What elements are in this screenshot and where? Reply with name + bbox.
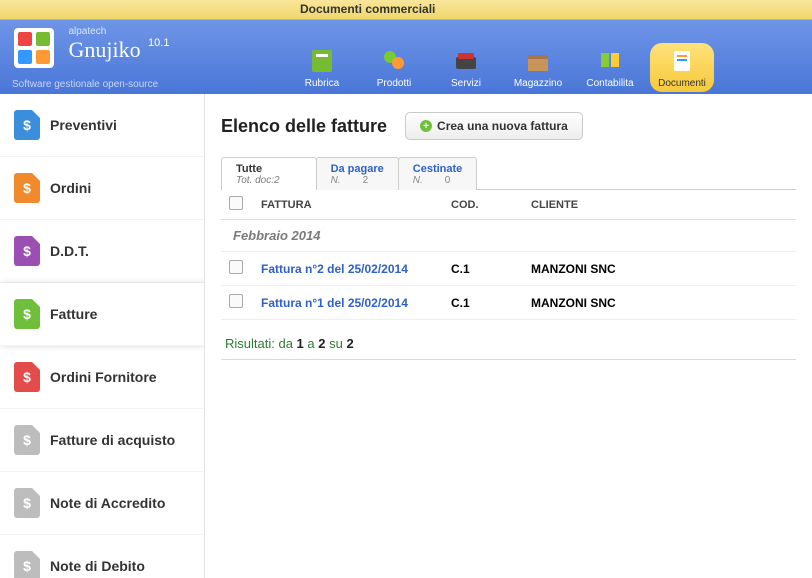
section-strip: Documenti commerciali <box>0 0 812 20</box>
sidebar-item-note-di-accredito[interactable]: $ Note di Accredito <box>0 472 204 535</box>
invoice-code: C.1 <box>451 296 531 310</box>
tab-sub: Tot. doc:2 <box>236 175 302 186</box>
invoice-link[interactable]: Fattura n°2 del 25/02/2014 <box>261 262 408 276</box>
brand-name: Gnujiko <box>68 37 140 62</box>
plus-icon: + <box>420 120 432 132</box>
sidebar-item-label: Ordini <box>50 180 91 196</box>
brand-area: alpatech Gnujiko 10.1 Software gestional… <box>0 20 270 94</box>
document-type-icon: $ <box>14 488 40 518</box>
topnav-label: Rubrica <box>305 78 339 89</box>
invoice-link[interactable]: Fattura n°1 del 25/02/2014 <box>261 296 408 310</box>
topnav-label: Contabilita <box>586 78 633 89</box>
sidebar-item-fatture[interactable]: $ Fatture <box>0 283 204 346</box>
topnav-documenti[interactable]: Documenti <box>650 43 714 92</box>
brand-company: alpatech <box>68 26 169 37</box>
documenti-icon <box>668 47 696 75</box>
divider <box>221 359 796 360</box>
document-type-icon: $ <box>14 299 40 329</box>
document-type-icon: $ <box>14 551 40 578</box>
document-type-icon: $ <box>14 362 40 392</box>
new-invoice-button-label: Crea una nuova fattura <box>437 119 568 133</box>
topnav-label: Documenti <box>658 78 706 89</box>
sidebar-item-label: Note di Accredito <box>50 495 165 511</box>
invoice-client: MANZONI SNC <box>531 262 788 276</box>
main-panel: Elenco delle fatture + Crea una nuova fa… <box>205 94 812 578</box>
sidebar-item-label: Note di Debito <box>50 558 145 574</box>
section-strip-label: Documenti commerciali <box>300 2 435 16</box>
tab-da-pagare[interactable]: Da pagareN.2 <box>316 157 399 190</box>
topnav-label: Magazzino <box>514 78 562 89</box>
document-type-icon: $ <box>14 173 40 203</box>
new-invoice-button[interactable]: + Crea una nuova fattura <box>405 112 583 140</box>
invoice-client: MANZONI SNC <box>531 296 788 310</box>
topnav-rubrica[interactable]: Rubrica <box>290 43 354 92</box>
sidebar-item-d-d-t-[interactable]: $ D.D.T. <box>0 220 204 283</box>
page-title: Elenco delle fatture <box>221 116 387 137</box>
table-row: Fattura n°2 del 25/02/2014 C.1MANZONI SNC <box>221 252 796 286</box>
sidebar-item-label: Fatture <box>50 306 97 322</box>
sidebar-item-fatture-di-acquisto[interactable]: $ Fatture di acquisto <box>0 409 204 472</box>
select-all-checkbox[interactable] <box>229 196 243 210</box>
app-logo-icon <box>12 26 56 75</box>
tab-title: Cestinate <box>413 163 463 175</box>
top-nav: Rubrica Prodotti Servizi Magazzino Contabili… <box>270 20 812 94</box>
magazzino-icon <box>524 47 552 75</box>
col-header-cod: COD. <box>451 199 531 211</box>
sidebar-item-ordini[interactable]: $ Ordini <box>0 157 204 220</box>
col-header-fattura: FATTURA <box>261 199 451 211</box>
tab-title: Da pagare <box>331 163 384 175</box>
brand-version: 10.1 <box>148 37 169 49</box>
contabilita-icon <box>596 47 624 75</box>
row-checkbox[interactable] <box>229 260 243 274</box>
filter-tabs: TutteTot. doc:2Da pagareN.2CestinateN.0 <box>221 156 796 190</box>
topnav-label: Prodotti <box>377 78 411 89</box>
prodotti-icon <box>380 47 408 75</box>
topnav-label: Servizi <box>451 78 481 89</box>
document-type-icon: $ <box>14 110 40 140</box>
sidebar-item-label: Ordini Fornitore <box>50 369 157 385</box>
sidebar-item-label: D.D.T. <box>50 243 89 259</box>
sidebar-item-label: Fatture di acquisto <box>50 432 175 448</box>
tab-title: Tutte <box>236 163 302 175</box>
topnav-servizi[interactable]: Servizi <box>434 43 498 92</box>
tab-sub: N.0 <box>413 175 463 186</box>
document-type-icon: $ <box>14 236 40 266</box>
sidebar: $ Preventivi $ Ordini $ D.D.T. $ Fatture $ Ordini… <box>0 94 205 578</box>
results-summary: Risultati: da 1 a 2 su 2 <box>221 320 796 351</box>
topnav-contabilita[interactable]: Contabilita <box>578 43 642 92</box>
topnav-prodotti[interactable]: Prodotti <box>362 43 426 92</box>
month-group-header: Febbraio 2014 <box>221 220 796 252</box>
servizi-icon <box>452 47 480 75</box>
sidebar-item-ordini-fornitore[interactable]: $ Ordini Fornitore <box>0 346 204 409</box>
row-checkbox[interactable] <box>229 294 243 308</box>
invoice-code: C.1 <box>451 262 531 276</box>
brand-subtitle: Software gestionale open-source <box>12 79 258 90</box>
topnav-magazzino[interactable]: Magazzino <box>506 43 570 92</box>
table-row: Fattura n°1 del 25/02/2014 C.1MANZONI SNC <box>221 286 796 320</box>
col-header-cliente: CLIENTE <box>531 199 788 211</box>
tab-cestinate[interactable]: CestinateN.0 <box>398 157 478 190</box>
tab-tutte[interactable]: TutteTot. doc:2 <box>221 157 317 190</box>
table-header-row: FATTURA COD. CLIENTE <box>221 190 796 220</box>
tab-sub: N.2 <box>331 175 384 186</box>
sidebar-item-label: Preventivi <box>50 117 117 133</box>
sidebar-item-preventivi[interactable]: $ Preventivi <box>0 94 204 157</box>
document-type-icon: $ <box>14 425 40 455</box>
rubrica-icon <box>308 47 336 75</box>
sidebar-item-note-di-debito[interactable]: $ Note di Debito <box>0 535 204 578</box>
app-header: alpatech Gnujiko 10.1 Software gestional… <box>0 20 812 94</box>
